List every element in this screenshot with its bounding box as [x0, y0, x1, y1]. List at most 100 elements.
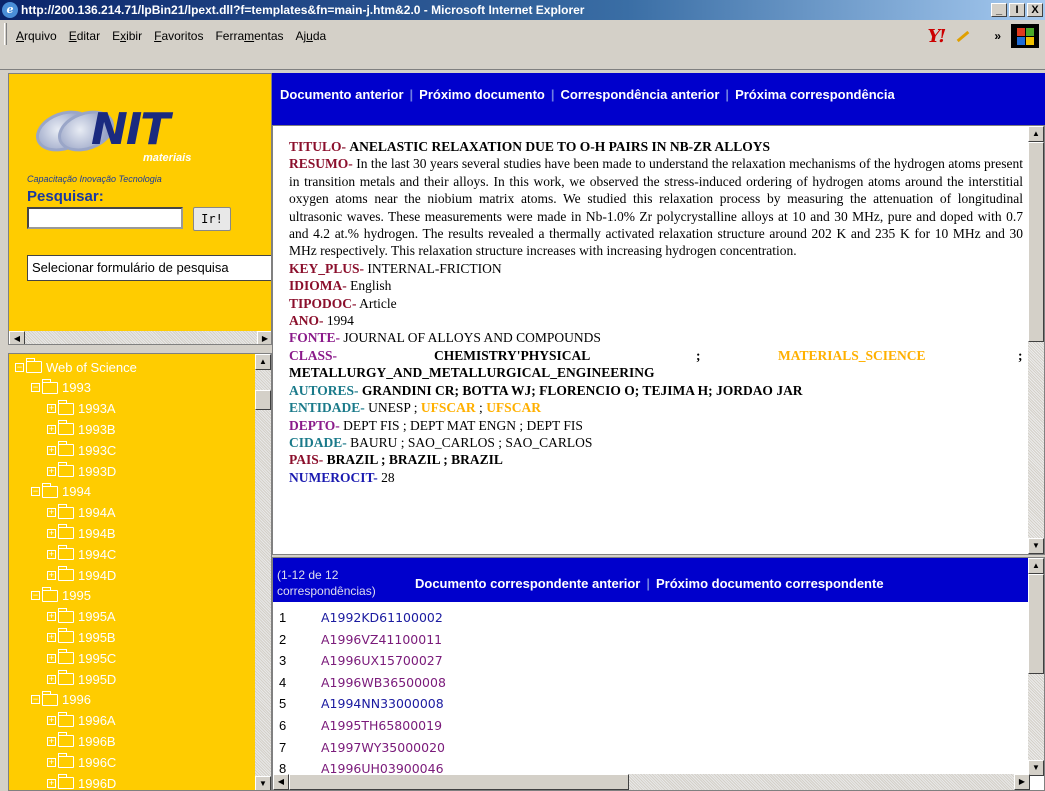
scroll-up-arrow-icon[interactable]: ▲	[1028, 126, 1044, 142]
document-scrollbar[interactable]: ▲ ▼	[1028, 126, 1044, 554]
tree-item[interactable]: +1996D	[47, 774, 116, 790]
tree-item-label: 1996C	[78, 754, 117, 770]
scroll-track[interactable]	[25, 331, 257, 344]
folder-icon	[58, 524, 74, 540]
tree-item[interactable]: +1996C	[47, 753, 116, 771]
tree-item[interactable]: +1995A	[47, 607, 116, 626]
expand-icon[interactable]: +	[47, 404, 56, 414]
close-button[interactable]: X	[1027, 3, 1043, 17]
tree-item[interactable]: +1993A	[47, 399, 116, 418]
tree-item[interactable]: +1996A	[47, 711, 116, 730]
hits-horizontal-scrollbar[interactable]: ◀ ▶	[273, 774, 1030, 790]
collapse-icon[interactable]: −	[31, 383, 40, 393]
expand-icon[interactable]: +	[47, 716, 56, 726]
tree-item[interactable]: − 1996	[31, 690, 91, 709]
tree-item[interactable]: +1994C	[47, 545, 116, 563]
tree-item[interactable]: +1993D	[47, 462, 116, 480]
tree-item-label: 1993D	[78, 463, 117, 479]
menu-exibir[interactable]: Exibir	[107, 20, 149, 43]
yahoo-toolbar-icon[interactable]: Y!	[928, 26, 947, 47]
ufscar-link[interactable]: UFSCAR	[486, 400, 541, 415]
collapse-icon[interactable]: −	[31, 591, 40, 601]
expand-icon[interactable]: +	[47, 508, 56, 518]
search-input[interactable]	[27, 207, 183, 229]
tree-item[interactable]: +1994B	[47, 524, 116, 542]
toolbar-grip[interactable]	[4, 23, 7, 45]
ufscar-link[interactable]: UFSCAR	[421, 400, 476, 415]
tree-scrollbar[interactable]: ▲ ▼	[255, 354, 271, 790]
hit-link[interactable]: A1996VZ41100011	[321, 632, 442, 652]
prev-document-link[interactable]: Documento anterior	[280, 87, 404, 102]
expand-icon[interactable]: +	[47, 778, 56, 788]
hit-link[interactable]: A1996UX15700027	[321, 653, 443, 673]
tree-item[interactable]: +1996B	[47, 732, 116, 750]
scroll-left-arrow-icon[interactable]: ◀	[9, 331, 25, 344]
hit-link[interactable]: A1996WB36500008	[321, 675, 446, 695]
menu-ajuda[interactable]: Ajuda	[291, 20, 334, 43]
tree-item-label: 1993C	[78, 442, 117, 458]
scroll-down-arrow-icon[interactable]: ▼	[255, 776, 271, 790]
expand-icon[interactable]: +	[47, 445, 56, 455]
prev-hit-document-link[interactable]: Documento correspondente anterior	[415, 576, 640, 591]
scroll-right-arrow-icon[interactable]: ▶	[1014, 774, 1030, 790]
scroll-right-arrow-icon[interactable]: ▶	[257, 331, 271, 344]
collapse-icon[interactable]: −	[15, 362, 24, 372]
expand-icon[interactable]: +	[47, 612, 56, 622]
expand-icon[interactable]: +	[47, 653, 56, 663]
collapse-icon[interactable]: −	[31, 695, 40, 705]
expand-icon[interactable]: +	[47, 570, 56, 580]
tree-item[interactable]: +1995C	[47, 649, 116, 667]
tree-item-label: 1993B	[78, 421, 116, 437]
scroll-thumb[interactable]	[255, 390, 271, 410]
hit-link[interactable]: A1997WY35000020	[321, 740, 445, 760]
hit-link[interactable]: A1994NN33000008	[321, 696, 444, 716]
minimize-button[interactable]: _	[991, 3, 1007, 17]
tree-item[interactable]: +1995D	[47, 670, 116, 688]
scroll-left-arrow-icon[interactable]: ◀	[273, 774, 289, 790]
scroll-thumb[interactable]	[1028, 142, 1044, 342]
menu-editar[interactable]: Editar	[64, 20, 107, 43]
tree-item[interactable]: +1995B	[47, 628, 116, 646]
tree-item[interactable]: − Web of Science	[15, 358, 137, 376]
tree-item[interactable]: − 1995	[31, 586, 91, 605]
menu-favoritos[interactable]: Favoritos	[149, 20, 210, 43]
pencil-icon[interactable]	[954, 28, 970, 44]
collapse-icon[interactable]: −	[31, 487, 40, 497]
tree-item[interactable]: +1993B	[47, 420, 116, 438]
tree-item[interactable]: +1994A	[47, 503, 116, 522]
scroll-down-arrow-icon[interactable]: ▼	[1028, 760, 1044, 776]
next-document-link[interactable]: Próximo documento	[419, 87, 545, 102]
hits-scrollbar[interactable]: ▲ ▼	[1028, 558, 1044, 776]
scroll-up-arrow-icon[interactable]: ▲	[1028, 558, 1044, 574]
tree-item[interactable]: +1994D	[47, 566, 116, 584]
scroll-up-arrow-icon[interactable]: ▲	[255, 354, 271, 370]
expand-icon[interactable]: +	[47, 466, 56, 476]
scroll-thumb[interactable]	[1028, 574, 1044, 674]
scroll-thumb[interactable]	[289, 774, 629, 790]
menu-arquivo[interactable]: Arquivo	[11, 20, 64, 43]
expand-icon[interactable]: +	[47, 674, 56, 684]
expand-icon[interactable]: +	[47, 736, 56, 746]
maximize-button[interactable]: І	[1009, 3, 1025, 17]
menu-ferramentas[interactable]: Ferramentas	[210, 20, 290, 43]
prev-hit-link[interactable]: Correspondência anterior	[560, 87, 719, 102]
expand-icon[interactable]: +	[47, 424, 56, 434]
scroll-track[interactable]	[629, 774, 1014, 790]
expand-icon[interactable]: +	[47, 549, 56, 559]
tree-item[interactable]: +1993C	[47, 441, 116, 459]
chevron-more-icon[interactable]: »	[994, 29, 1001, 43]
expand-icon[interactable]: +	[47, 528, 56, 538]
scroll-down-arrow-icon[interactable]: ▼	[1028, 538, 1044, 554]
search-form-select[interactable]: Selecionar formulário de pesquisa	[27, 255, 271, 281]
next-hit-link[interactable]: Próxima correspondência	[735, 87, 895, 102]
tree-item[interactable]: − 1994	[31, 482, 91, 501]
expand-icon[interactable]: +	[47, 632, 56, 642]
hit-link[interactable]: A1995TH65800019	[321, 718, 442, 738]
go-button[interactable]: Ir!	[193, 207, 231, 231]
next-hit-document-link[interactable]: Próximo documento correspondente	[656, 576, 884, 591]
hit-link[interactable]: A1992KD61100002	[321, 610, 443, 630]
tree-item[interactable]: − 1993	[31, 378, 91, 397]
expand-icon[interactable]: +	[47, 757, 56, 767]
hits-pane: (1-12 de 12 correspondências) Documento c…	[272, 557, 1045, 791]
horizontal-scrollbar[interactable]: ◀ ▶	[9, 331, 271, 344]
